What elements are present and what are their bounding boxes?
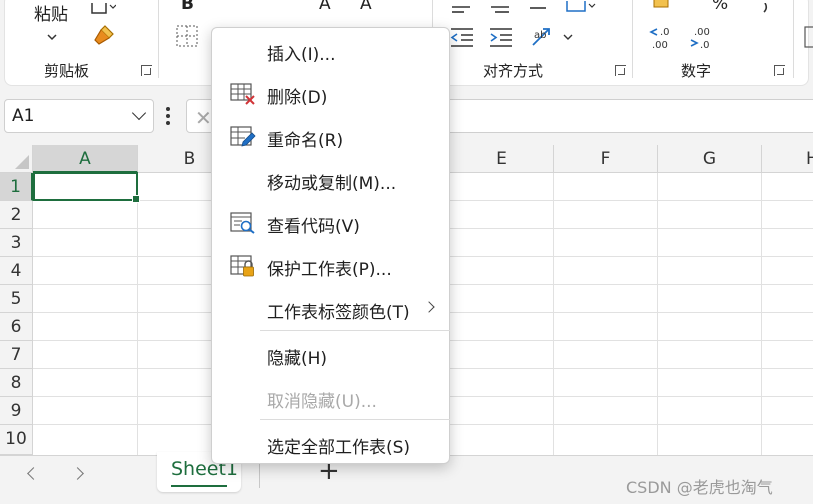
svg-text:.0: .0	[660, 27, 670, 38]
menu-item-label: 隐藏(H)	[267, 349, 328, 369]
menu-item-rename[interactable]: 重命名(R)	[212, 116, 449, 156]
menu-item-label: 选定全部工作表(S)	[267, 438, 411, 458]
menu-item-hide[interactable]: 隐藏(H)	[212, 334, 449, 374]
decrease-decimal-icon[interactable]: .00.0	[688, 24, 716, 54]
alignment-dialog-launcher-icon[interactable]	[615, 65, 626, 76]
menu-item-protect-sheet[interactable]: 保护工作表(P)...	[212, 245, 449, 285]
menu-item-move-or-copy[interactable]: 移动或复制(M)...	[212, 159, 449, 199]
increase-decimal-icon[interactable]: .0.00	[648, 24, 676, 54]
svg-text:.00: .00	[694, 27, 710, 38]
row-header-9[interactable]: 9	[0, 397, 33, 425]
grid-line	[553, 173, 554, 455]
group-divider	[632, 0, 633, 78]
row-header-10[interactable]: 10	[0, 425, 33, 455]
format-painter-icon[interactable]	[91, 24, 117, 52]
name-box-chevron-down-icon[interactable]	[131, 105, 147, 121]
font-size-a-icon[interactable]: A	[360, 0, 372, 14]
grid-line	[137, 173, 138, 455]
number-group-label: 数字	[681, 62, 712, 80]
menu-item-label: 插入(I)...	[267, 45, 336, 65]
grid-line	[657, 173, 658, 455]
group-divider	[793, 0, 794, 78]
menu-item-delete[interactable]: 删除(D)	[212, 73, 449, 113]
svg-text:.0: .0	[700, 40, 710, 50]
formula-bar-more-icon[interactable]	[166, 107, 170, 125]
menu-separator	[260, 330, 450, 331]
menu-item-label: 移动或复制(M)...	[267, 174, 397, 194]
borders-icon[interactable]	[176, 25, 198, 51]
paste-button-label[interactable]: 粘贴	[34, 0, 68, 25]
row-header-3[interactable]: 3	[0, 229, 33, 257]
active-cell-a1[interactable]	[33, 172, 140, 203]
column-header-g[interactable]: G	[658, 145, 762, 173]
column-header-a[interactable]: A	[33, 145, 138, 173]
rename-sheet-icon	[230, 126, 256, 148]
select-all-corner[interactable]	[0, 145, 33, 173]
group-divider	[158, 0, 159, 78]
bold-button[interactable]: B	[181, 0, 194, 14]
sheet-tab-active-underline	[171, 485, 227, 487]
menu-item-label: 重命名(R)	[267, 131, 344, 151]
number-dialog-launcher-icon[interactable]	[774, 65, 785, 76]
menu-item-label: 保护工作表(P)...	[267, 260, 392, 280]
align-bottom-icon[interactable]	[528, 0, 548, 19]
align-top-icon[interactable]	[450, 0, 472, 19]
menu-separator	[260, 419, 450, 420]
row-header-4[interactable]: 4	[0, 257, 33, 285]
accounting-format-icon[interactable]	[652, 0, 672, 15]
column-header-f[interactable]: F	[554, 145, 658, 173]
tab-divider	[259, 462, 260, 488]
comma-style-icon[interactable]	[760, 0, 776, 17]
copy-icon[interactable]	[90, 0, 117, 19]
menu-item-select-all-sheets[interactable]: 选定全部工作表(S)	[212, 423, 449, 463]
menu-item-label: 删除(D)	[267, 88, 328, 108]
paste-dropdown-chevron-icon[interactable]	[47, 26, 57, 41]
svg-text:.00: .00	[652, 40, 668, 50]
clipboard-group-label: 剪贴板	[44, 62, 90, 80]
menu-item-unhide: 取消隐藏(U)...	[212, 377, 449, 417]
view-code-icon	[230, 212, 255, 234]
clipboard-dialog-launcher-icon[interactable]	[141, 65, 152, 76]
menu-item-label: 查看代码(V)	[267, 217, 360, 237]
protect-sheet-icon	[230, 255, 254, 277]
excel-window: 粘贴 剪贴板 B A A ab 对齐方式 % .0 .00 .00 .0 数字 …	[0, 0, 813, 504]
grid-line	[761, 173, 762, 455]
row-header-7[interactable]: 7	[0, 341, 33, 369]
menu-item-view-code[interactable]: 查看代码(V)	[212, 202, 449, 242]
sheet-tab-context-menu: 插入(I)... 删除(D) 重命名(R) 移动或复制(M)... 查看代码(V…	[211, 27, 450, 464]
menu-item-insert[interactable]: 插入(I)...	[212, 30, 449, 70]
percent-style-button[interactable]: %	[712, 0, 728, 14]
styles-partial-icon[interactable]	[804, 26, 813, 52]
row-header-8[interactable]: 8	[0, 369, 33, 397]
column-header-e[interactable]: E	[450, 145, 554, 173]
alignment-group-label: 对齐方式	[483, 62, 544, 80]
delete-sheet-icon	[230, 83, 255, 105]
cancel-entry-icon[interactable]: ✕	[195, 106, 212, 130]
increase-indent-icon[interactable]	[488, 26, 514, 52]
menu-item-tab-color[interactable]: 工作表标签颜色(T)	[212, 288, 449, 328]
decrease-indent-icon[interactable]	[449, 26, 475, 52]
menu-item-label: 工作表标签颜色(T)	[267, 303, 410, 323]
row-header-1[interactable]: 1	[0, 173, 33, 201]
row-header-6[interactable]: 6	[0, 313, 33, 341]
row-header-2[interactable]: 2	[0, 201, 33, 229]
name-box-value: A1	[12, 106, 35, 126]
menu-item-label: 取消隐藏(U)...	[267, 392, 377, 412]
align-middle-icon[interactable]	[489, 0, 511, 19]
font-color-a-icon[interactable]: A	[319, 0, 331, 14]
submenu-chevron-right-icon	[423, 301, 435, 313]
wrap-text-icon[interactable]	[566, 0, 596, 17]
column-header-h[interactable]: H	[762, 145, 813, 173]
orientation-icon[interactable]: ab	[530, 25, 576, 53]
svg-text:ab: ab	[534, 30, 546, 41]
watermark-text: CSDN @老虎也淘气	[626, 478, 773, 497]
row-header-5[interactable]: 5	[0, 285, 33, 313]
name-box[interactable]: A1	[4, 99, 154, 133]
